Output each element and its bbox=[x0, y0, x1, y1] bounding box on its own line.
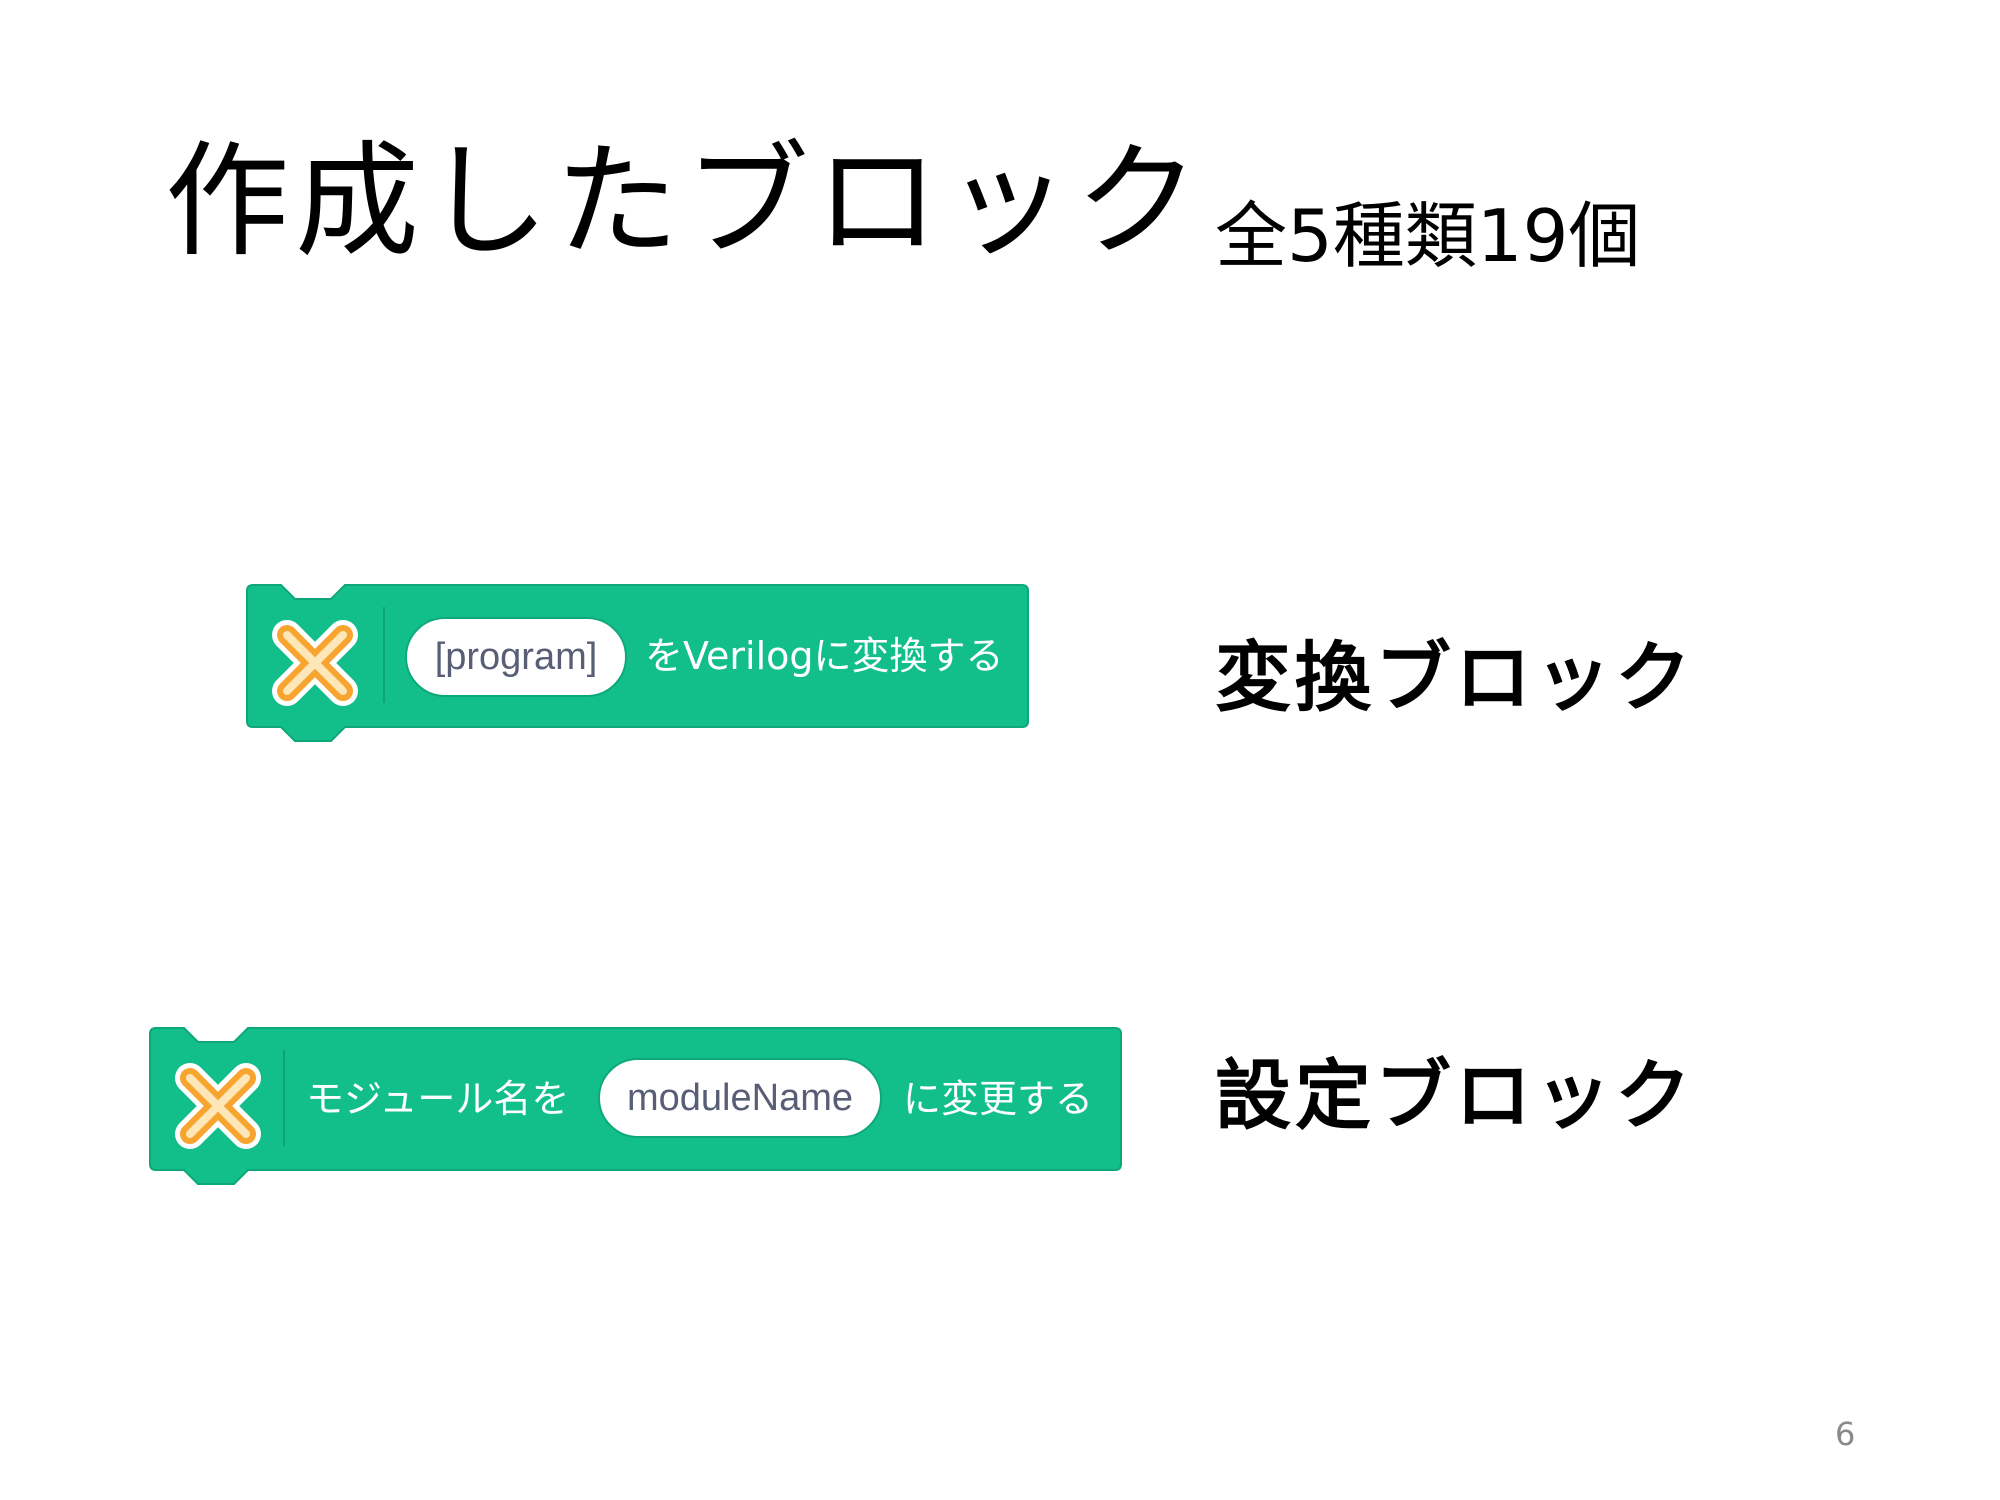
slide-subtitle: 全5種類19個 bbox=[1215, 194, 1641, 278]
program-input[interactable]: [program] bbox=[405, 617, 627, 697]
slide-title: 作成したブロック bbox=[165, 130, 1206, 274]
orange-x-extension-icon bbox=[175, 1063, 261, 1149]
settings-block-label: 設定ブロック bbox=[1215, 1051, 1695, 1140]
settings-block-text-before: モジュール名を bbox=[306, 1077, 570, 1121]
convert-block-label: 変換ブロック bbox=[1215, 633, 1695, 722]
settings-block-text-after: に変更する bbox=[903, 1077, 1094, 1121]
block-separator bbox=[283, 1050, 285, 1146]
block-separator bbox=[383, 607, 385, 703]
page-number: 6 bbox=[1835, 1415, 1856, 1453]
convert-block[interactable]: [program] をVerilogに変換する bbox=[245, 584, 1030, 742]
settings-block[interactable]: モジュール名を moduleName に変更する bbox=[148, 1027, 1123, 1185]
orange-x-extension-icon bbox=[272, 620, 358, 706]
convert-block-text: をVerilogに変換する bbox=[645, 634, 1004, 678]
module-name-input[interactable]: moduleName bbox=[598, 1058, 882, 1138]
